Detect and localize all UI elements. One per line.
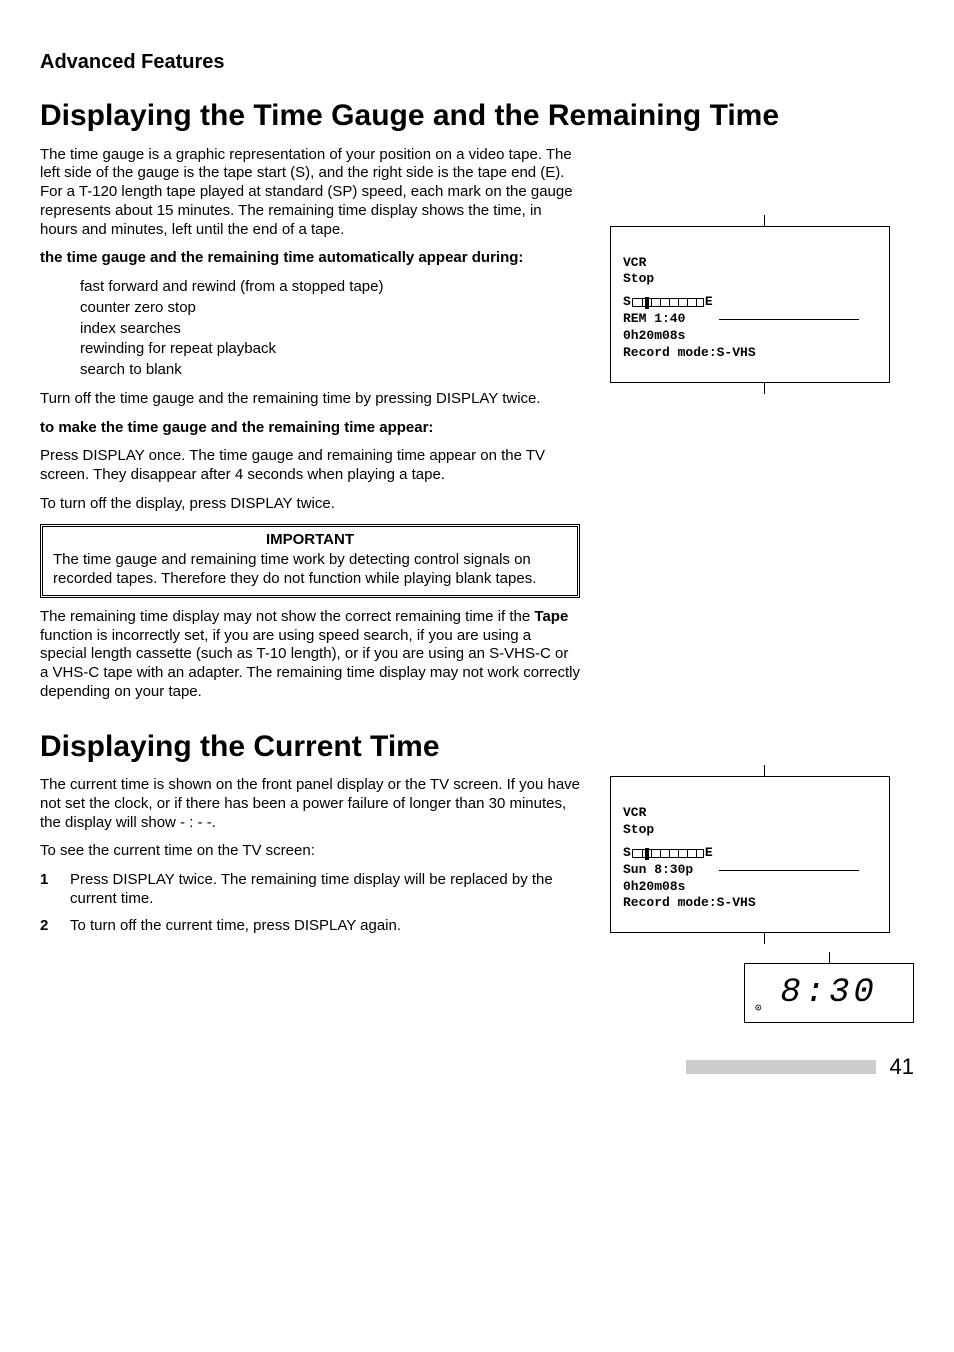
step-number: 2 xyxy=(40,917,70,936)
osd-line: Stop xyxy=(623,271,877,288)
step-number: 1 xyxy=(40,871,70,890)
heading-time-gauge: Displaying the Time Gauge and the Remain… xyxy=(40,99,914,134)
osd-line: VCR xyxy=(623,805,877,822)
list-item: 2 To turn off the current time, press DI… xyxy=(40,917,580,936)
turn-off-display-paragraph: To turn off the display, press DISPLAY t… xyxy=(40,495,580,514)
turn-off-paragraph: Turn off the time gauge and the remainin… xyxy=(40,390,580,409)
time-gauge: S E xyxy=(623,294,877,311)
time-gauge: S E xyxy=(623,845,877,862)
list-item: fast forward and rewind (from a stopped … xyxy=(80,278,580,297)
list-item: counter zero stop xyxy=(80,299,580,318)
rec-indicator-icon: ⊙ xyxy=(755,1003,762,1017)
important-callout: IMPORTANT The time gauge and remaining t… xyxy=(40,524,580,598)
heading-current-time: Displaying the Current Time xyxy=(40,730,914,765)
osd-line: Stop xyxy=(623,822,877,839)
auto-appear-label: the time gauge and the remaining time au… xyxy=(40,249,580,268)
important-title: IMPORTANT xyxy=(53,531,567,550)
page-number: 41 xyxy=(890,1053,914,1081)
osd-record-mode: Record mode:S-VHS xyxy=(623,895,877,912)
osd-screenshot-remaining: VCR Stop S E REM 1:40 xyxy=(610,226,890,383)
make-appear-label: to make the time gauge and the remaining… xyxy=(40,419,580,438)
list-item: rewinding for repeat playback xyxy=(80,340,580,359)
footer-decoration xyxy=(686,1060,876,1074)
osd-screenshot-clock: VCR Stop S E Sun 8:30p xyxy=(610,776,890,933)
numbered-steps: 1 Press DISPLAY twice. The remaining tim… xyxy=(40,871,580,935)
front-panel-display: ⊙ 8:30 xyxy=(744,963,914,1023)
current-time-intro: The current time is shown on the front p… xyxy=(40,776,580,832)
osd-counter: 0h20m08s xyxy=(623,879,877,896)
important-body: The time gauge and remaining time work b… xyxy=(53,551,567,589)
press-display-paragraph: Press DISPLAY once. The time gauge and r… xyxy=(40,447,580,485)
step-text: To turn off the current time, press DISP… xyxy=(70,917,401,936)
list-item: index searches xyxy=(80,320,580,339)
osd-counter: 0h20m08s xyxy=(623,328,877,345)
step-text: Press DISPLAY twice. The remaining time … xyxy=(70,871,580,909)
list-item: search to blank xyxy=(80,361,580,380)
section-label: Advanced Features xyxy=(40,50,914,75)
see-current-time-label: To see the current time on the TV screen… xyxy=(40,842,580,861)
intro-paragraph: The time gauge is a graphic representati… xyxy=(40,146,580,240)
lcd-time: 8:30 xyxy=(780,972,878,1015)
auto-appear-list: fast forward and rewind (from a stopped … xyxy=(40,278,580,380)
osd-record-mode: Record mode:S-VHS xyxy=(623,345,877,362)
remaining-time-caveat: The remaining time display may not show … xyxy=(40,608,580,702)
list-item: 1 Press DISPLAY twice. The remaining tim… xyxy=(40,871,580,909)
osd-line: VCR xyxy=(623,255,877,272)
page-footer: 41 xyxy=(40,1053,914,1081)
